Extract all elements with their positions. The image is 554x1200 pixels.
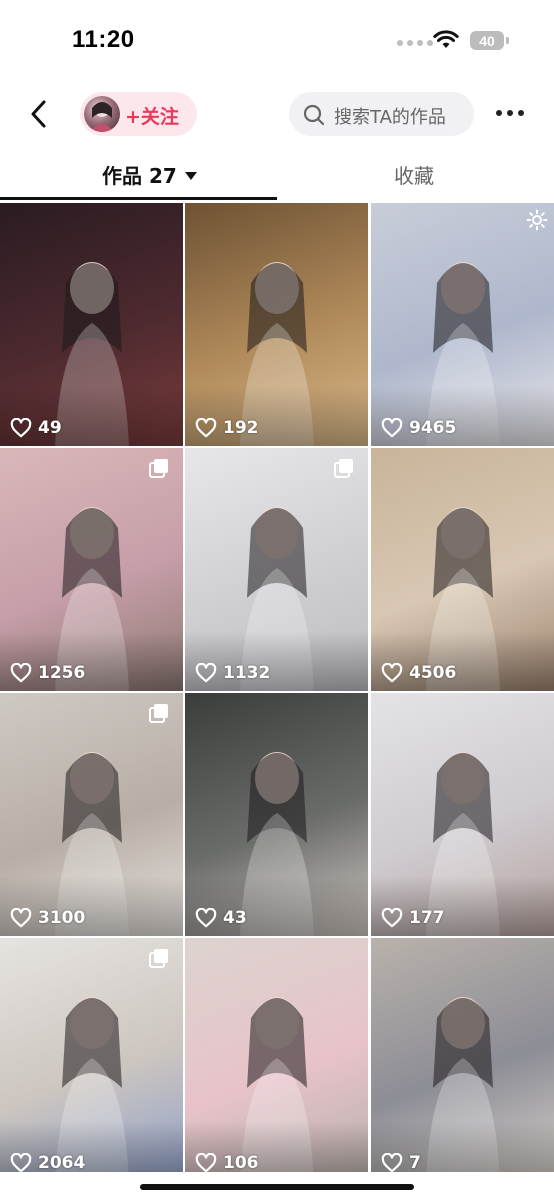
like-count: 1256 <box>10 663 85 683</box>
wifi-icon <box>433 30 459 48</box>
tab-works-label: 作品 27 <box>102 164 177 188</box>
post-tile[interactable]: 177 <box>371 693 554 936</box>
like-count-value: 4506 <box>409 663 457 683</box>
heart-icon <box>195 1153 217 1173</box>
post-tile[interactable]: 3100 <box>0 693 183 936</box>
post-tile[interactable]: 192 <box>185 203 368 446</box>
like-count: 7 <box>381 1153 421 1173</box>
like-count-value: 1256 <box>38 663 86 683</box>
post-tile[interactable]: 106 <box>185 938 368 1181</box>
heart-icon <box>10 418 32 438</box>
heart-icon <box>10 908 32 928</box>
like-count-value: 7 <box>409 1153 421 1173</box>
active-tab-indicator <box>0 197 277 200</box>
cellular-signal-icon <box>397 40 433 46</box>
heart-icon <box>381 418 403 438</box>
post-tile[interactable]: 49 <box>0 203 183 446</box>
like-count: 49 <box>10 418 62 438</box>
search-input[interactable]: 搜索TA的作品 <box>289 92 474 136</box>
follow-label: +关注 <box>125 106 179 128</box>
follow-button[interactable]: +关注 <box>80 92 197 136</box>
post-tile[interactable]: 2064 <box>0 938 183 1181</box>
like-count: 1132 <box>195 663 270 683</box>
like-count-value: 9465 <box>409 418 457 438</box>
heart-icon <box>195 418 217 438</box>
heart-icon <box>381 908 403 928</box>
like-count: 177 <box>381 908 445 928</box>
multi-image-icon <box>149 948 169 968</box>
live-photo-icon <box>526 209 548 235</box>
post-tile[interactable]: 1132 <box>185 448 368 691</box>
battery-icon: 40 <box>470 31 509 50</box>
more-options-icon[interactable] <box>496 110 524 116</box>
post-tile[interactable]: 1256 <box>0 448 183 691</box>
like-count: 4506 <box>381 663 456 683</box>
like-count: 3100 <box>10 908 85 928</box>
like-count-value: 192 <box>223 418 259 438</box>
heart-icon <box>10 663 32 683</box>
search-icon <box>303 104 325 126</box>
like-count-value: 106 <box>223 1153 259 1173</box>
search-placeholder: 搜索TA的作品 <box>334 107 446 128</box>
battery-level: 40 <box>479 32 495 49</box>
post-tile[interactable]: 4506 <box>371 448 554 691</box>
heart-icon <box>381 1153 403 1173</box>
status-bar: 11:20 40 <box>0 0 554 80</box>
post-tile[interactable]: 7 <box>371 938 554 1181</box>
like-count-value: 1132 <box>223 663 271 683</box>
like-count-value: 49 <box>38 418 62 438</box>
multi-image-icon <box>149 458 169 478</box>
caret-down-icon <box>184 172 197 180</box>
like-count: 106 <box>195 1153 259 1173</box>
post-tile[interactable]: 43 <box>185 693 368 936</box>
heart-icon <box>381 663 403 683</box>
like-count: 192 <box>195 418 259 438</box>
heart-icon <box>195 908 217 928</box>
like-count: 43 <box>195 908 247 928</box>
multi-image-icon <box>334 458 354 478</box>
tab-favorites[interactable]: 收藏 <box>394 160 434 189</box>
avatar <box>84 96 120 132</box>
post-tile[interactable]: 9465 <box>371 203 554 446</box>
like-count: 9465 <box>381 418 456 438</box>
like-count: 2064 <box>10 1153 85 1173</box>
tab-favorites-label: 收藏 <box>394 164 434 188</box>
status-time: 11:20 <box>72 26 135 53</box>
multi-image-icon <box>149 703 169 723</box>
heart-icon <box>195 663 217 683</box>
like-count-value: 3100 <box>38 908 86 928</box>
tab-works[interactable]: 作品 27 <box>102 160 197 189</box>
home-indicator <box>0 1172 554 1200</box>
like-count-value: 177 <box>409 908 445 928</box>
like-count-value: 2064 <box>38 1153 86 1173</box>
back-arrow-icon[interactable] <box>24 96 56 132</box>
heart-icon <box>10 1153 32 1173</box>
like-count-value: 43 <box>223 908 247 928</box>
